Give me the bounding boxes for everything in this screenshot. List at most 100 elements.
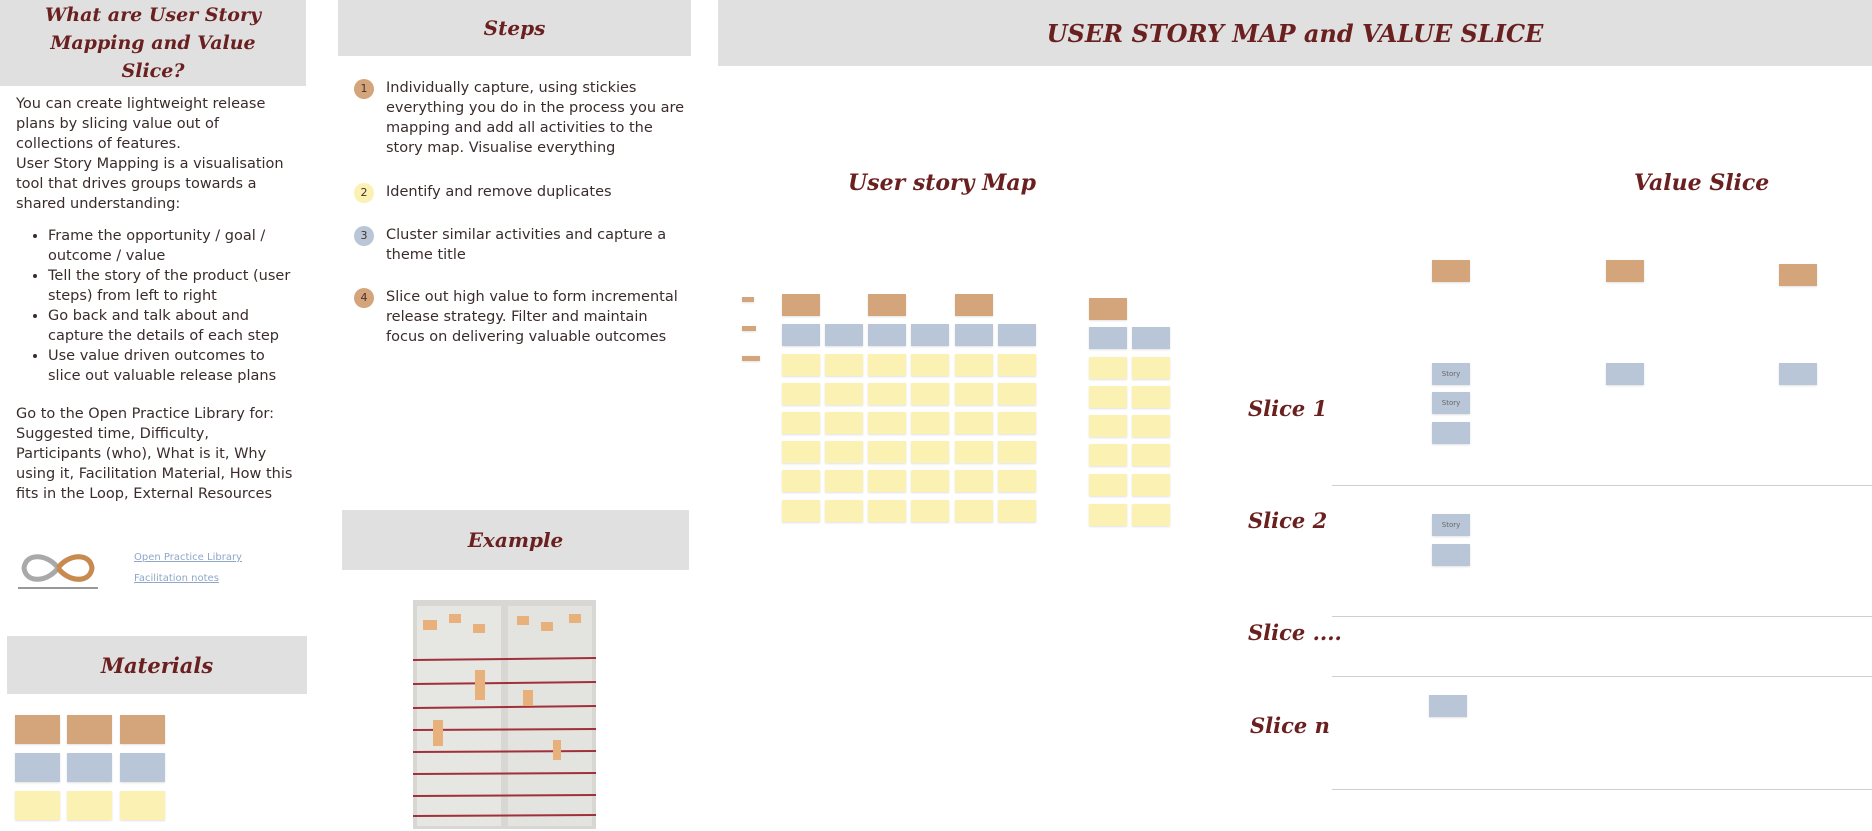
value-slice-activity-sticky[interactable]: [1432, 260, 1470, 282]
story-sticky-yellow[interactable]: [868, 500, 906, 522]
bullet-item: Frame the opportunity / goal / outcome /…: [48, 226, 294, 266]
story-sticky-yellow[interactable]: [825, 354, 863, 376]
bullet-item: Go back and talk about and capture the d…: [48, 306, 294, 346]
slice-divider: [1332, 485, 1872, 486]
story-sticky-yellow[interactable]: [998, 383, 1036, 405]
story-sticky-yellow[interactable]: [1089, 474, 1127, 496]
story-sticky-yellow[interactable]: [868, 354, 906, 376]
story-sticky-yellow[interactable]: [868, 441, 906, 463]
story-sticky-yellow[interactable]: [825, 441, 863, 463]
story-sticky-yellow[interactable]: [1089, 357, 1127, 379]
story-sticky[interactable]: Story: [1432, 363, 1470, 385]
opl-paragraph: Go to the Open Practice Library for: Sug…: [16, 406, 293, 502]
activity-sticky[interactable]: [782, 294, 820, 316]
step-text: Cluster similar activities and capture a…: [386, 227, 667, 263]
activity-sticky[interactable]: [1089, 298, 1127, 320]
story-sticky-yellow[interactable]: [955, 354, 993, 376]
story-sticky-yellow[interactable]: [782, 500, 820, 522]
story-sticky-yellow[interactable]: [998, 354, 1036, 376]
backbone-sticky[interactable]: [955, 324, 993, 346]
story-sticky-yellow[interactable]: [955, 441, 993, 463]
material-sticky-yellow: [67, 791, 112, 820]
story-sticky-yellow[interactable]: [825, 412, 863, 434]
intro-bullet-list: Frame the opportunity / goal / outcome /…: [16, 226, 294, 386]
story-sticky-yellow[interactable]: [911, 412, 949, 434]
story-sticky[interactable]: Story: [1432, 392, 1470, 414]
story-sticky[interactable]: [1432, 544, 1470, 566]
story-sticky-yellow[interactable]: [782, 441, 820, 463]
story-sticky[interactable]: [1779, 363, 1817, 385]
story-sticky-yellow[interactable]: [1132, 386, 1170, 408]
activity-sticky[interactable]: [955, 294, 993, 316]
backbone-sticky[interactable]: [825, 324, 863, 346]
story-sticky-yellow[interactable]: [955, 383, 993, 405]
facilitation-notes-link[interactable]: Facilitation notes: [134, 573, 219, 584]
backbone-sticky[interactable]: [1089, 327, 1127, 349]
story-sticky-yellow[interactable]: [825, 500, 863, 522]
story-sticky-yellow[interactable]: [955, 500, 993, 522]
story-sticky-yellow[interactable]: [1132, 504, 1170, 526]
step-item-2: 2 Identify and remove duplicates: [354, 182, 690, 203]
story-sticky-yellow[interactable]: [825, 470, 863, 492]
material-sticky-yellow: [120, 791, 165, 820]
backbone-sticky[interactable]: [1132, 327, 1170, 349]
bullet-item: Tell the story of the product (user step…: [48, 266, 294, 306]
story-sticky-yellow[interactable]: [782, 470, 820, 492]
steps-header-text: Steps: [483, 16, 546, 40]
step-number-badge: 4: [354, 288, 374, 308]
story-sticky-yellow[interactable]: [955, 470, 993, 492]
story-sticky[interactable]: [1432, 422, 1470, 444]
legend-marker[interactable]: [742, 297, 754, 302]
user-story-map-title: User story Map: [848, 170, 1037, 196]
story-sticky-yellow[interactable]: [911, 500, 949, 522]
story-sticky-yellow[interactable]: [868, 383, 906, 405]
story-sticky-yellow[interactable]: [1132, 474, 1170, 496]
story-sticky-yellow[interactable]: [825, 383, 863, 405]
material-sticky-blue: [120, 753, 165, 782]
story-sticky-yellow[interactable]: [1089, 386, 1127, 408]
story-sticky-label: Story: [1441, 399, 1461, 407]
story-sticky-yellow[interactable]: [1089, 444, 1127, 466]
backbone-sticky[interactable]: [868, 324, 906, 346]
backbone-sticky[interactable]: [998, 324, 1036, 346]
material-sticky-blue: [67, 753, 112, 782]
story-sticky-yellow[interactable]: [955, 412, 993, 434]
slice-label-4: Slice n: [1250, 713, 1330, 738]
open-practice-library-link[interactable]: Open Practice Library: [134, 552, 242, 563]
materials-header: Materials: [7, 636, 307, 694]
story-sticky-yellow[interactable]: [1089, 415, 1127, 437]
example-photo: [413, 600, 596, 829]
intro-body: You can create lightweight release plans…: [16, 94, 294, 504]
backbone-sticky[interactable]: [782, 324, 820, 346]
material-sticky-orange: [120, 715, 165, 744]
step-number-badge: 2: [354, 183, 374, 203]
story-sticky-yellow[interactable]: [998, 441, 1036, 463]
story-sticky-yellow[interactable]: [998, 500, 1036, 522]
legend-marker[interactable]: [742, 326, 756, 331]
story-sticky-yellow[interactable]: [782, 383, 820, 405]
story-sticky-yellow[interactable]: [1089, 504, 1127, 526]
story-sticky[interactable]: Story: [1432, 514, 1470, 536]
story-sticky-yellow[interactable]: [911, 441, 949, 463]
activity-sticky[interactable]: [868, 294, 906, 316]
story-sticky-yellow[interactable]: [868, 412, 906, 434]
story-sticky-yellow[interactable]: [782, 412, 820, 434]
story-sticky-yellow[interactable]: [1132, 357, 1170, 379]
story-sticky-yellow[interactable]: [998, 412, 1036, 434]
main-header-text: USER STORY MAP and VALUE SLICE: [1046, 18, 1544, 48]
step-number-badge: 1: [354, 79, 374, 99]
value-slice-activity-sticky[interactable]: [1606, 260, 1644, 282]
story-sticky-yellow[interactable]: [782, 354, 820, 376]
story-sticky-yellow[interactable]: [1132, 415, 1170, 437]
story-sticky-yellow[interactable]: [998, 470, 1036, 492]
story-sticky[interactable]: [1606, 363, 1644, 385]
backbone-sticky[interactable]: [911, 324, 949, 346]
story-sticky-yellow[interactable]: [911, 470, 949, 492]
value-slice-activity-sticky[interactable]: [1779, 264, 1817, 286]
story-sticky-yellow[interactable]: [868, 470, 906, 492]
story-sticky-yellow[interactable]: [911, 354, 949, 376]
story-sticky-yellow[interactable]: [911, 383, 949, 405]
story-sticky[interactable]: [1429, 695, 1467, 717]
legend-marker[interactable]: [742, 356, 760, 361]
story-sticky-yellow[interactable]: [1132, 444, 1170, 466]
